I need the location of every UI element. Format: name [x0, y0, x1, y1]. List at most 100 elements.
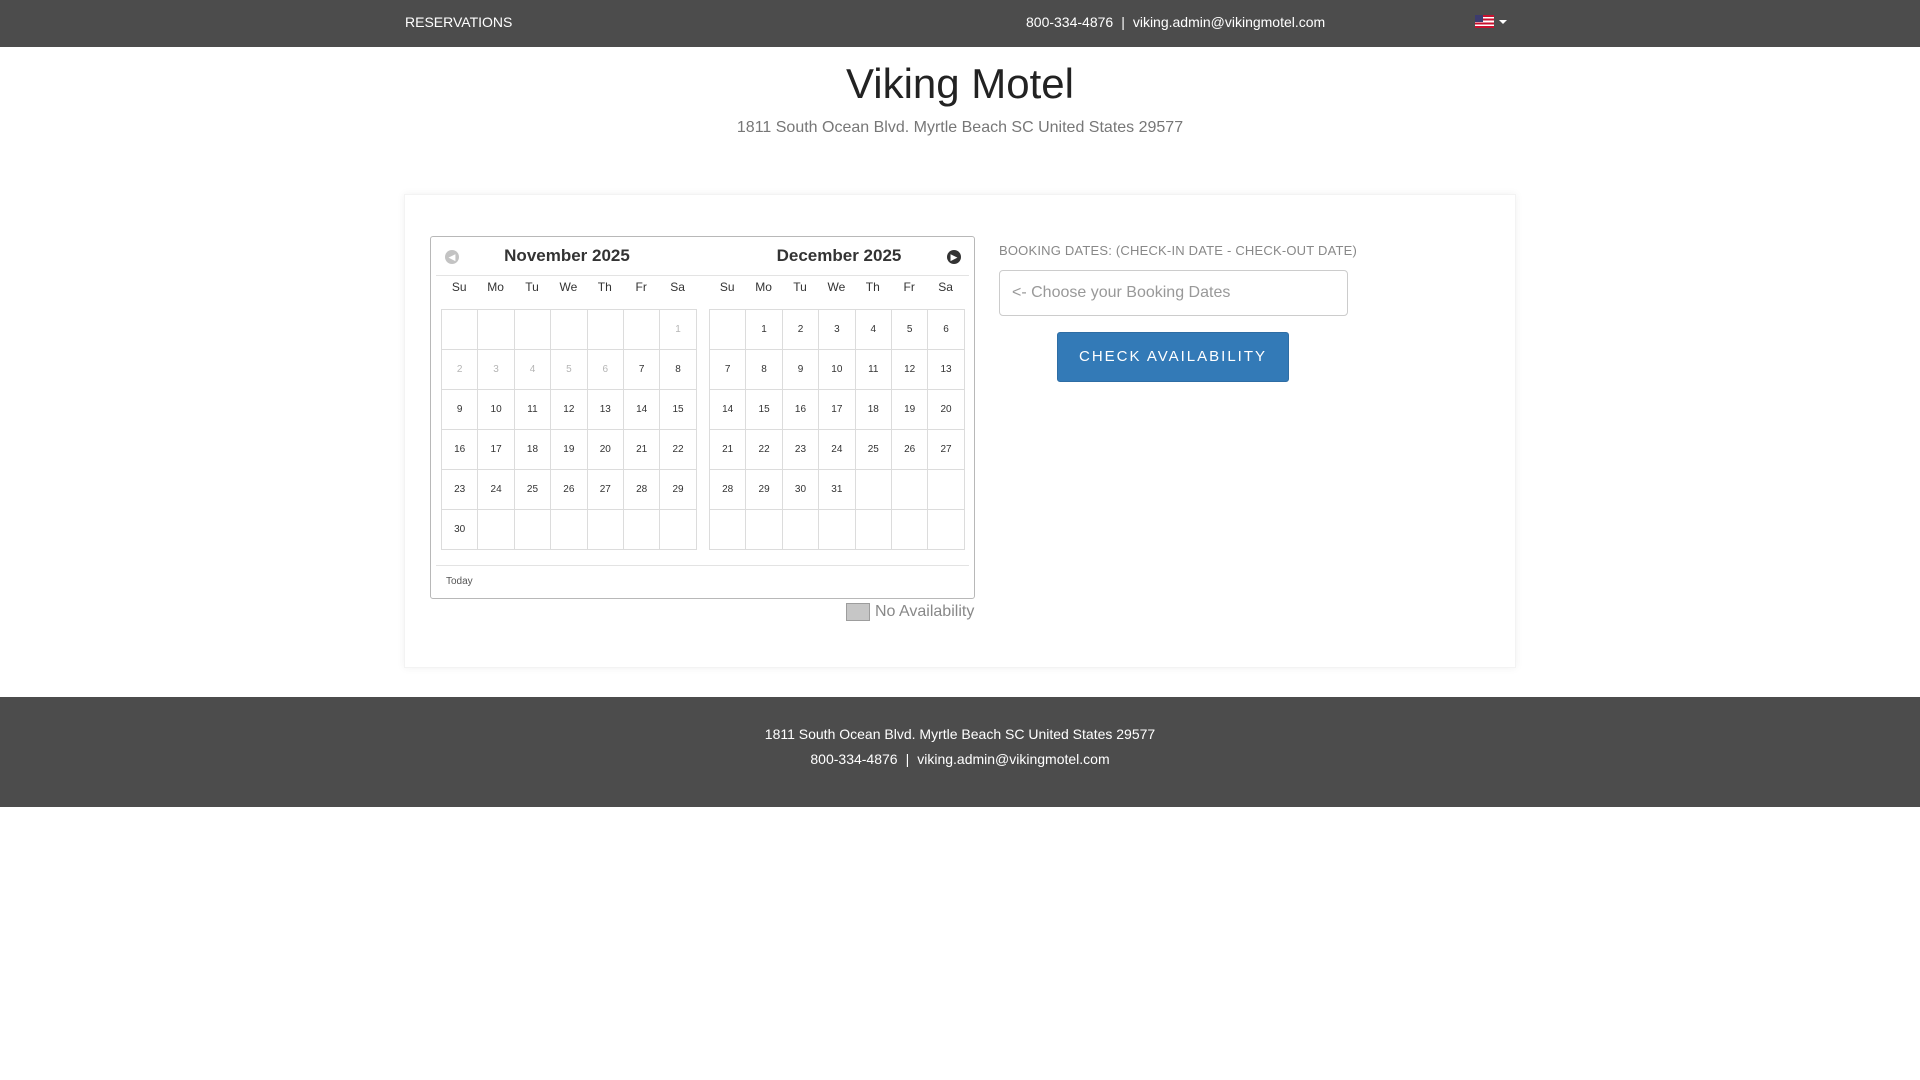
calendar-day[interactable]: 6: [928, 310, 965, 350]
calendar-day[interactable]: 27: [587, 470, 624, 510]
calendar-empty-cell: [623, 510, 661, 550]
footer-phone[interactable]: 800-334-4876: [810, 751, 897, 767]
calendar-day[interactable]: 17: [478, 430, 515, 470]
calendar-empty-cell: [587, 310, 624, 350]
calendar-day[interactable]: 14: [710, 390, 747, 430]
calendar-day[interactable]: 23: [782, 430, 820, 470]
calendar-day[interactable]: 17: [819, 390, 856, 430]
calendar-day[interactable]: 25: [514, 470, 552, 510]
reservations-link[interactable]: RESERVATIONS: [405, 14, 512, 30]
weekday-label: Su: [451, 280, 467, 294]
calendar-day[interactable]: 19: [891, 390, 929, 430]
calendar-day[interactable]: 10: [478, 390, 515, 430]
calendar-day[interactable]: 7: [623, 350, 661, 390]
weekday-label: Th: [597, 280, 612, 294]
day-grid: 1 2 3 4 5 6 7 8 9 10 11 12 13 14 15 16 17 18 19 20 21 22 23 24 2…: [441, 309, 697, 550]
calendar-day[interactable]: 9: [782, 350, 820, 390]
check-availability-button[interactable]: CHECK AVAILABILITY: [1057, 332, 1289, 382]
calendar-day[interactable]: 10: [819, 350, 856, 390]
footer-email[interactable]: viking.admin@vikingmotel.com: [917, 751, 1109, 767]
topbar-phone[interactable]: 800-334-4876: [1026, 14, 1113, 30]
weekday-label: Su: [719, 280, 735, 294]
calendar-day: 6: [587, 350, 624, 390]
calendar-day[interactable]: 19: [551, 430, 588, 470]
footer: 1811 South Ocean Blvd. Myrtle Beach SC U…: [0, 697, 1920, 807]
calendar-day[interactable]: 25: [855, 430, 892, 470]
calendar-day[interactable]: 15: [660, 390, 697, 430]
calendar-day[interactable]: 21: [710, 430, 747, 470]
calendar-empty-cell: [478, 510, 515, 550]
calendar-day[interactable]: 22: [660, 430, 697, 470]
language-dropdown[interactable]: [1475, 15, 1507, 28]
calendar-day[interactable]: 24: [819, 430, 856, 470]
calendar-day[interactable]: 21: [623, 430, 661, 470]
calendar-empty-cell: [551, 310, 588, 350]
calendar-day[interactable]: 1: [746, 310, 783, 350]
calendar-empty-cell: [928, 510, 965, 550]
availability-legend: No Availability: [846, 603, 974, 621]
day-grid: 1 2 3 4 5 6 7 8 9 10 11 12 13 14 15 16 17 18 19 20 21 22 23 24 2…: [709, 309, 965, 550]
weekday-row: Su Mo Tu We Th Fr Sa: [441, 277, 697, 297]
calendar-day[interactable]: 29: [746, 470, 783, 510]
calendar-empty-cell: [514, 310, 552, 350]
calendar-day[interactable]: 24: [478, 470, 515, 510]
calendar-day: 2: [442, 350, 479, 390]
footer-divider: [436, 565, 969, 566]
calendar-day[interactable]: 11: [514, 390, 552, 430]
calendar-day[interactable]: 16: [782, 390, 820, 430]
us-flag-icon: [1475, 15, 1494, 28]
calendar-day[interactable]: 22: [746, 430, 783, 470]
calendar-day[interactable]: 30: [782, 470, 820, 510]
page-title: Viking Motel: [845, 60, 1074, 107]
calendar-day[interactable]: 16: [442, 430, 479, 470]
month-grid-november: Su Mo Tu We Th Fr Sa 1 2 3 4 5 6 7 8 9 10 11 12 13 14 15 16 17…: [441, 277, 697, 550]
calendar-day[interactable]: 14: [623, 390, 661, 430]
chevron-right-icon[interactable]: ▶: [947, 250, 961, 264]
booking-dates-input[interactable]: [999, 270, 1348, 316]
calendar-day[interactable]: 11: [855, 350, 892, 390]
calendar-day[interactable]: 13: [928, 350, 965, 390]
weekday-label: Mo: [487, 280, 504, 294]
today-button[interactable]: Today: [446, 576, 473, 587]
calendar-day[interactable]: 7: [710, 350, 747, 390]
calendar-day[interactable]: 13: [587, 390, 624, 430]
calendar-day[interactable]: 31: [819, 470, 856, 510]
no-availability-swatch: [846, 603, 870, 621]
calendar-day[interactable]: 26: [551, 470, 588, 510]
top-bar: RESERVATIONS 800-334-4876 | viking.admin@v…: [0, 0, 1920, 47]
calendar-day[interactable]: 28: [623, 470, 661, 510]
calendar-day[interactable]: 28: [710, 470, 747, 510]
calendar-day: 4: [514, 350, 552, 390]
calendar-day[interactable]: 26: [891, 430, 929, 470]
calendar-day[interactable]: 15: [746, 390, 783, 430]
calendar-empty-cell: [478, 310, 515, 350]
calendar-day[interactable]: 29: [660, 470, 697, 510]
topbar-email[interactable]: viking.admin@vikingmotel.com: [1133, 14, 1325, 30]
calendar-day[interactable]: 8: [746, 350, 783, 390]
weekday-label: Sa: [938, 280, 953, 294]
calendar-day[interactable]: 12: [551, 390, 588, 430]
calendar-day[interactable]: 20: [928, 390, 965, 430]
weekday-label: We: [559, 280, 578, 294]
calendar-day[interactable]: 18: [514, 430, 552, 470]
calendar-day[interactable]: 27: [928, 430, 965, 470]
calendar-day[interactable]: 4: [855, 310, 892, 350]
calendar-empty-cell: [710, 510, 747, 550]
calendar-day[interactable]: 30: [442, 510, 479, 550]
calendar-day[interactable]: 9: [442, 390, 479, 430]
calendar-day[interactable]: 5: [891, 310, 929, 350]
calendar-empty-cell: [855, 470, 892, 510]
calendar-day[interactable]: 3: [819, 310, 856, 350]
motel-address: 1811 South Ocean Blvd. Myrtle Beach SC U…: [736, 119, 1184, 136]
date-range-picker: ◀ November 2025 December 2025 ▶ Su Mo Tu We…: [430, 236, 975, 599]
calendar-day[interactable]: 12: [891, 350, 929, 390]
weekday-label: Tu: [793, 280, 807, 294]
calendar-day[interactable]: 23: [442, 470, 479, 510]
weekday-label: Fr: [903, 280, 915, 294]
calendar-empty-cell: [819, 510, 856, 550]
calendar-day[interactable]: 18: [855, 390, 892, 430]
calendar-day[interactable]: 20: [587, 430, 624, 470]
calendar-day: 5: [551, 350, 588, 390]
calendar-day[interactable]: 2: [782, 310, 820, 350]
calendar-day[interactable]: 8: [660, 350, 697, 390]
